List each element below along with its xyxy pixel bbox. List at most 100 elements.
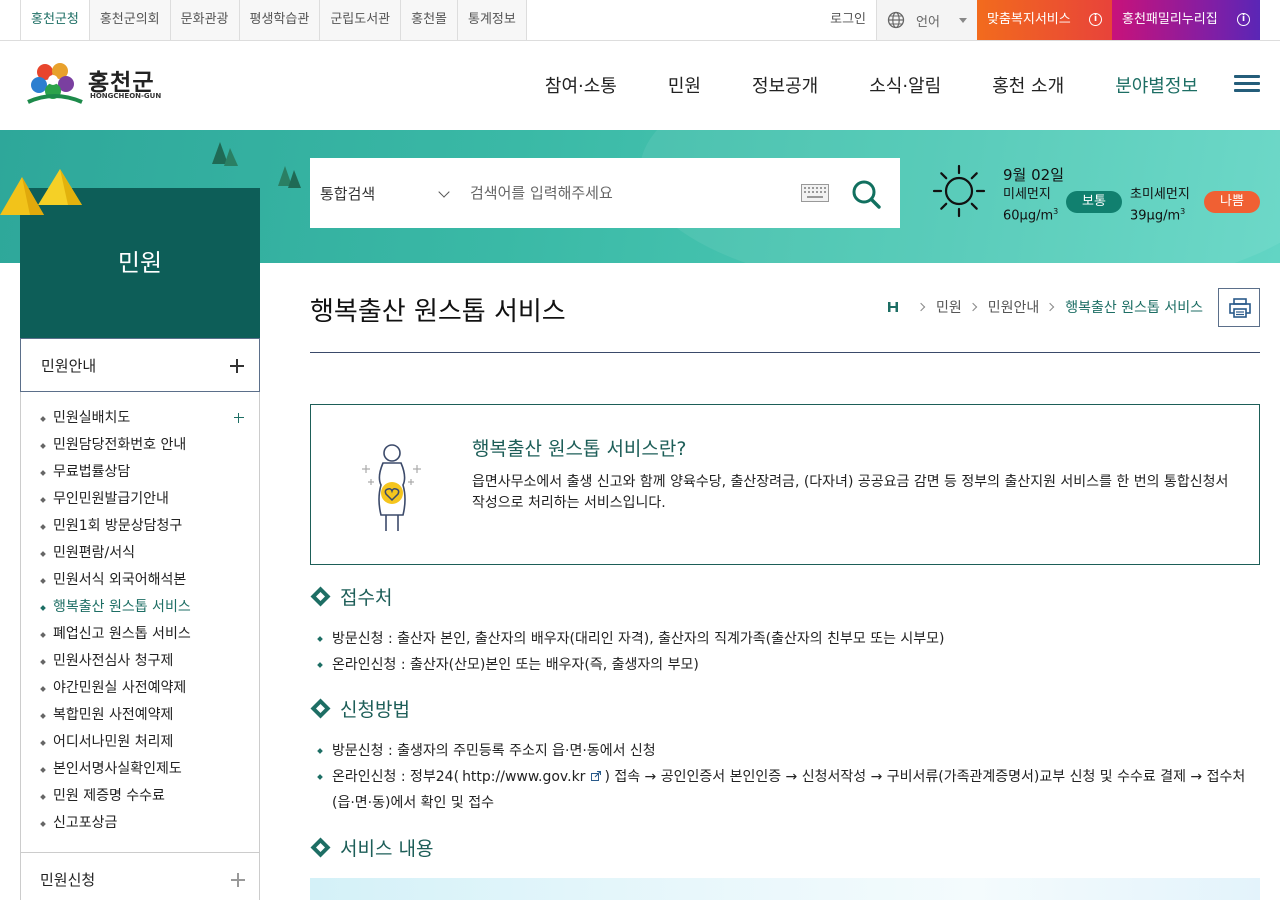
side-nav-item-label: 민원편람/서식 [53, 545, 135, 561]
info-icon: i [1089, 13, 1102, 26]
pm10-value: 60μg/m [1003, 208, 1054, 224]
method-list: 방문신청 : 출생자의 주민등록 주소지 읍·면·동에서 신청 온라인신청 : … [310, 738, 1260, 816]
info-icon: i [1237, 13, 1250, 26]
pm10-label: 미세먼지 [1003, 187, 1051, 202]
side-nav-item-anywhere[interactable]: 어디서나민원 처리제 [21, 729, 259, 756]
weather-widget: 9월 02일 미세먼지 60μg/m3 보통 초미세먼지 39μg/m3 나쁨 [932, 164, 1262, 224]
pm10-unit-exponent: 3 [1053, 207, 1059, 216]
pm25-reading: 초미세먼지 39μg/m3 [1130, 186, 1190, 224]
diamond-icon [310, 586, 331, 607]
side-nav-item-closure-onestop[interactable]: 폐업신고 원스톱 서비스 [21, 621, 259, 648]
hamburger-icon[interactable] [1234, 75, 1260, 97]
gnb-participation[interactable]: 참여·소통 [545, 72, 617, 98]
keyboard-icon[interactable] [801, 184, 829, 202]
side-nav-item-label: 민원서식 외국어해석본 [53, 572, 187, 588]
side-nav-item-phone-guide[interactable]: 민원담당전화번호 안내 [21, 432, 259, 459]
print-icon [1229, 298, 1251, 318]
side-nav-item-label: 민원1회 방문상담청구 [53, 518, 183, 534]
print-button[interactable] [1218, 288, 1260, 327]
breadcrumb-current[interactable]: 행복출산 원스톱 서비스 [1065, 297, 1203, 317]
gnb-about-hongcheon[interactable]: 홍천 소개 [992, 72, 1064, 98]
reception-list: 방문신청 : 출산자 본인, 출산자의 배우자(대리인 자격), 출산자의 직계… [310, 626, 1260, 678]
service-content-banner [310, 878, 1260, 900]
pm10-status-badge: 보통 [1066, 191, 1122, 213]
custom-welfare-label: 맞춤복지서비스 [987, 12, 1071, 27]
custom-welfare-link[interactable]: 맞춤복지서비스 i [977, 0, 1112, 40]
side-nav-item-label: 어디서나민원 처리제 [53, 734, 174, 750]
search-scope-select[interactable]: 통합검색 [310, 158, 460, 228]
site-tab-statistics[interactable]: 통계정보 [458, 0, 527, 40]
search-icon[interactable] [850, 178, 882, 210]
side-nav-item-pre-review[interactable]: 민원사전심사 청구제 [21, 648, 259, 675]
utility-links: 로그인 언어 맞춤복지서비스 i 홍천패밀리누리집 i [820, 0, 1260, 40]
side-nav-item-reward[interactable]: 신고포상금 [21, 810, 259, 837]
gnb-civil-affairs[interactable]: 민원 [668, 72, 701, 98]
side-nav-item-label: 민원담당전화번호 안내 [53, 437, 187, 453]
side-nav-group-label: 민원신청 [40, 871, 96, 889]
side-nav-item-label: 무인민원발급기안내 [53, 491, 169, 507]
side-nav-item-label: 민원 제증명 수수료 [53, 788, 165, 804]
side-nav-item-label: 신고포상금 [53, 815, 118, 831]
site-logo[interactable]: 홍천군 HONGCHEON-GUN [26, 58, 166, 108]
section-title-label: 서비스 내용 [340, 838, 434, 860]
breadcrumb-civil[interactable]: 민원 [936, 297, 962, 317]
section-title-label: 접수처 [340, 587, 393, 609]
chevron-down-icon [438, 186, 450, 198]
side-nav-item-free-legal[interactable]: 무료법률상담 [21, 459, 259, 486]
section-title-label: 신청방법 [340, 699, 410, 721]
side-nav-group-label: 민원안내 [41, 357, 97, 375]
gov24-link[interactable]: http://www.gov.kr [462, 769, 585, 785]
pm25-unit-exponent: 3 [1180, 207, 1186, 216]
plus-icon [234, 413, 244, 423]
side-nav-item-kiosk[interactable]: 무인민원발급기안내 [21, 486, 259, 513]
gnb-field-info[interactable]: 분야별정보 [1115, 72, 1198, 98]
home-icon[interactable] [887, 301, 899, 313]
pm10-reading: 미세먼지 60μg/m3 [1003, 186, 1058, 224]
breadcrumb-civil-guide[interactable]: 민원안내 [988, 297, 1040, 317]
family-portal-link[interactable]: 홍천패밀리누리집 i [1112, 0, 1260, 40]
intro-text: 읍면사무소에서 출생 신고와 함께 양육수당, 출산장려금, (다자녀) 공공요… [472, 474, 1229, 511]
site-tab-culture-tourism[interactable]: 문화관광 [170, 0, 240, 40]
site-tab-library[interactable]: 군립도서관 [320, 0, 402, 40]
section-title-method: 신청방법 [310, 695, 410, 722]
intro-title: 행복출산 원스톱 서비스란? [472, 438, 687, 460]
chevron-right-icon [968, 302, 978, 312]
side-nav-item-birth-onestop[interactable]: 행복출산 원스톱 서비스 [21, 594, 259, 621]
search-input[interactable] [470, 178, 790, 208]
weather-date: 9월 02일 [1003, 166, 1064, 184]
main-navigation: 참여·소통 민원 정보공개 소식·알림 홍천 소개 분야별정보 [494, 72, 1198, 98]
side-nav-item-complex-reservation[interactable]: 복합민원 사전예약제 [21, 702, 259, 729]
side-nav-item-office-layout[interactable]: 민원실배치도 [21, 405, 259, 432]
side-nav-group-civil-application[interactable]: 민원신청 [20, 852, 260, 900]
side-nav-item-handbook[interactable]: 민원편람/서식 [21, 540, 259, 567]
side-navigation: 민원 민원안내 민원실배치도 민원담당전화번호 안내 무료법률상담 무인민원발급… [0, 169, 260, 900]
site-tab-county-office[interactable]: 홍천군청 [21, 0, 90, 40]
search-scope-label: 통합검색 [320, 184, 376, 203]
site-tab-mall[interactable]: 홍천몰 [401, 0, 459, 40]
list-item: 온라인신청 : 출산자(산모)본인 또는 배우자(즉, 출생자의 부모) [310, 652, 1260, 678]
online-apply-prefix: 온라인신청 : 정부24( [332, 769, 460, 785]
list-item: 온라인신청 : 정부24(http://www.gov.kr) 접속 → 공인인… [310, 764, 1260, 816]
login-link[interactable]: 로그인 [820, 0, 877, 40]
side-nav-item-one-visit[interactable]: 민원1회 방문상담청구 [21, 513, 259, 540]
site-header: 홍천군 HONGCHEON-GUN 참여·소통 민원 정보공개 소식·알림 홍천… [0, 41, 1280, 130]
side-nav-item-night-reservation[interactable]: 야간민원실 사전예약제 [21, 675, 259, 702]
logo-emblem-icon [27, 63, 83, 104]
side-nav-group-civil-guide[interactable]: 민원안내 [20, 338, 260, 392]
site-tab-county-council[interactable]: 홍천군의회 [89, 0, 171, 40]
diamond-icon [310, 698, 331, 719]
side-nav-item-signature[interactable]: 본인서명사실확인제도 [21, 756, 259, 783]
language-select[interactable]: 언어 [877, 0, 977, 40]
pm25-value: 39μg/m [1130, 208, 1181, 224]
chevron-right-icon [1046, 302, 1055, 312]
side-nav-item-label: 민원실배치도 [53, 410, 131, 426]
tree-decoration-icon [212, 142, 238, 166]
side-nav-item-translations[interactable]: 민원서식 외국어해석본 [21, 567, 259, 594]
side-nav-item-fees[interactable]: 민원 제증명 수수료 [21, 783, 259, 810]
site-tab-lifelong-learning[interactable]: 평생학습관 [239, 0, 321, 40]
gnb-news[interactable]: 소식·알림 [869, 72, 941, 98]
breadcrumb: 민원 민원안내 행복출산 원스톱 서비스 [887, 297, 1203, 317]
chevron-down-icon [959, 18, 967, 23]
section-title-service-content: 서비스 내용 [310, 834, 433, 861]
gnb-information-disclosure[interactable]: 정보공개 [752, 72, 818, 98]
